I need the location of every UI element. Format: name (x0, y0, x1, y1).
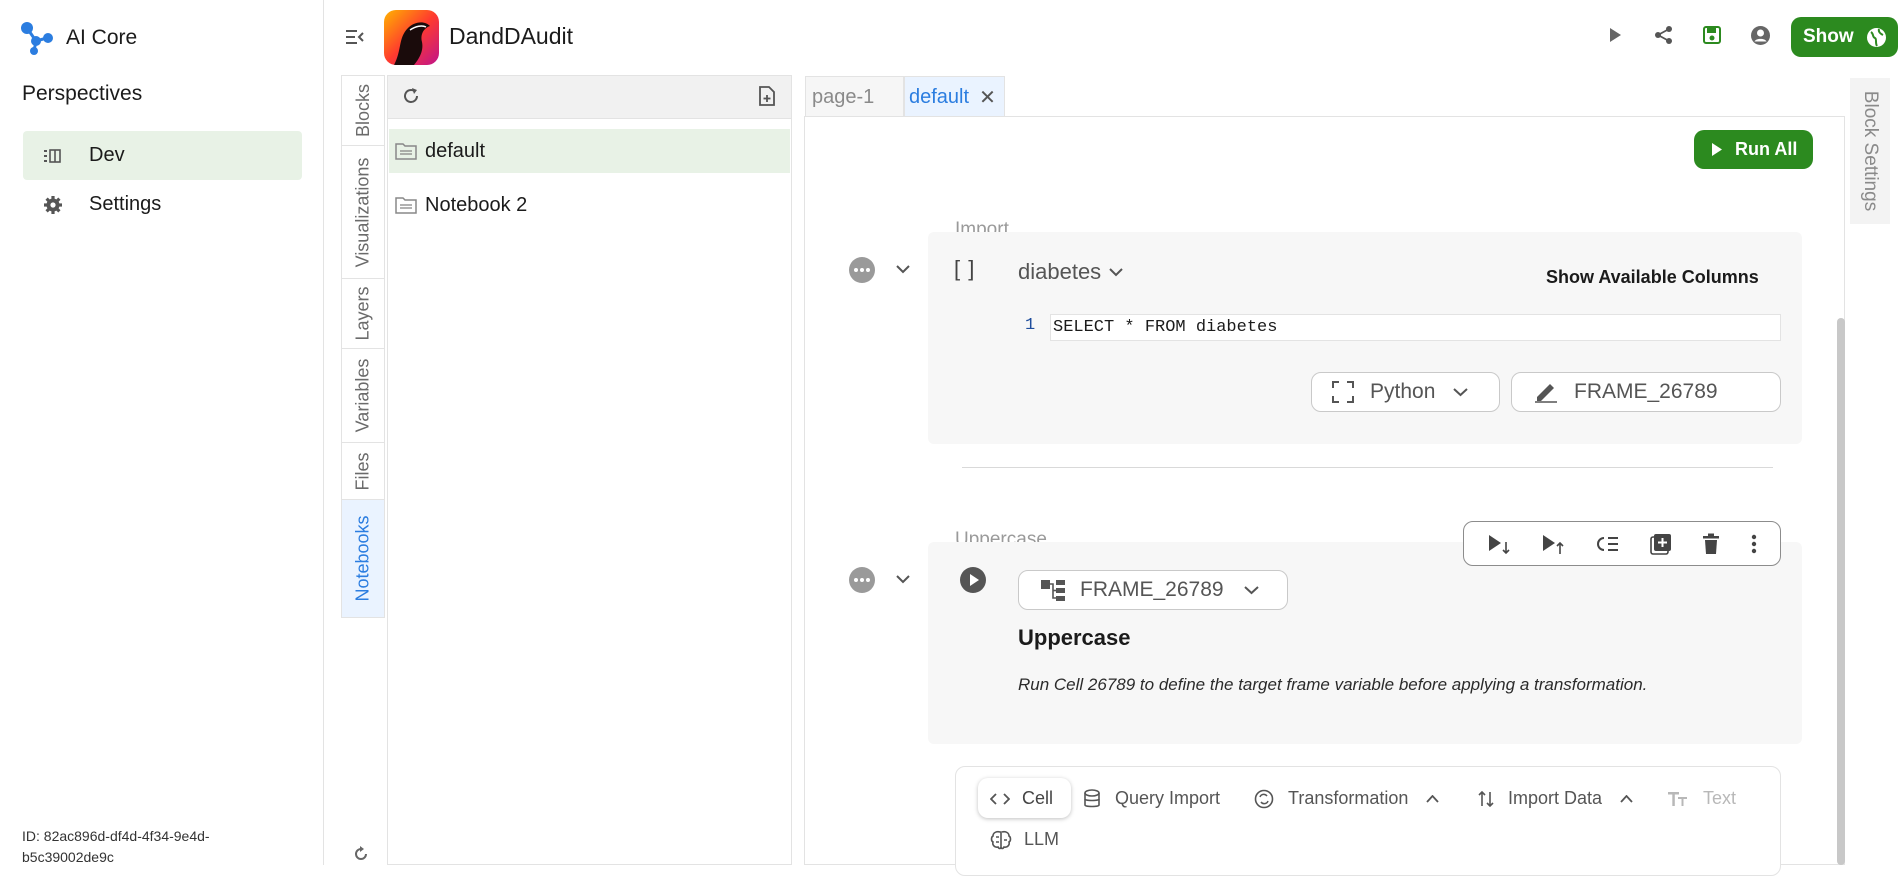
perspective-item-dev[interactable]: Dev (23, 131, 302, 180)
app-sidebar: AI Core Perspectives Dev Settings ID: 82… (0, 0, 324, 865)
tab-visualizations[interactable]: Visualizations (342, 146, 384, 279)
tab-layers[interactable]: Layers (342, 279, 384, 349)
expand-icon (1332, 381, 1354, 403)
show-button[interactable]: Show (1791, 17, 1898, 57)
perspective-item-settings[interactable]: Settings (23, 180, 302, 229)
code-editor[interactable]: SELECT * FROM diabetes (1050, 314, 1781, 341)
transformation-heading: Uppercase (1018, 625, 1131, 650)
run-all-button[interactable]: Run All (1694, 130, 1813, 169)
tab-files[interactable]: Files (342, 443, 384, 500)
cell-options-icon[interactable] (849, 567, 875, 593)
chevron-up-icon (1426, 794, 1440, 803)
brain-icon (990, 830, 1012, 850)
add-import-data-button[interactable]: Import Data (1478, 788, 1633, 809)
add-query-import-button[interactable]: Query Import (1083, 788, 1220, 809)
code-text: SELECT * FROM diabetes (1053, 318, 1278, 337)
folder-icon (395, 196, 417, 214)
trash-icon[interactable] (1702, 533, 1720, 555)
run-below-icon[interactable] (1487, 533, 1511, 555)
add-text-button[interactable]: Text (1667, 788, 1736, 809)
run-all-label: Run All (1735, 139, 1798, 159)
add-llm-button[interactable]: LLM (990, 829, 1059, 850)
gear-icon (43, 195, 85, 215)
app-title: DandDAudit (449, 23, 574, 49)
notebook-item-label: default (425, 139, 486, 162)
side-tabs: Blocks Visualizations Layers Variables F… (341, 75, 385, 618)
app-logo (384, 10, 439, 65)
cell-divider (962, 467, 1773, 468)
chevron-down-icon[interactable] (896, 575, 910, 584)
checklist-icon[interactable] (1596, 534, 1620, 554)
text-size-icon (1667, 791, 1689, 807)
share-icon[interactable] (1654, 25, 1674, 45)
transform-icon (1254, 789, 1274, 809)
brand[interactable]: AI Core (20, 20, 137, 56)
reset-icon[interactable] (352, 845, 370, 863)
run-above-icon[interactable] (1541, 533, 1565, 555)
frame-name-field[interactable]: FRAME_26789 (1511, 372, 1781, 412)
block-settings-tab[interactable]: Block Settings (1850, 78, 1890, 224)
frame-select[interactable]: FRAME_26789 (1018, 570, 1288, 610)
notebook-item-label: Notebook 2 (425, 193, 528, 216)
line-number: 1 (1025, 316, 1036, 335)
chevron-up-icon (1620, 794, 1633, 803)
source-select[interactable]: diabetes (1018, 259, 1123, 285)
globe-icon (1854, 27, 1887, 48)
play-icon[interactable] (1607, 25, 1623, 45)
show-label: Show (1803, 26, 1854, 47)
session-id: ID: 82ac896d-df4d-4f34-9e4d-b5c39002de9c (22, 828, 210, 865)
notebook-item-default[interactable]: default (389, 129, 790, 173)
brand-logo-icon (20, 20, 54, 56)
transformation-message: Run Cell 26789 to define the target fram… (1018, 675, 1648, 694)
tab-variables[interactable]: Variables (342, 349, 384, 443)
tab-page-1[interactable]: page-1 (805, 76, 904, 117)
tab-notebooks[interactable]: Notebooks (342, 500, 384, 617)
add-cell-bar (955, 766, 1781, 876)
add-cell-button[interactable]: Cell (990, 788, 1053, 809)
save-icon[interactable] (1702, 25, 1722, 45)
sort-arrows-icon (1478, 790, 1494, 808)
folder-icon (395, 142, 417, 160)
notebook-item-notebook-2[interactable]: Notebook 2 (389, 183, 790, 227)
chevron-down-icon (1109, 267, 1123, 277)
scrollbar[interactable] (1837, 318, 1845, 865)
database-icon (1083, 788, 1101, 809)
add-transformation-button[interactable]: Transformation (1254, 788, 1440, 809)
cell-run-count: [ ] (954, 256, 976, 281)
cell-toolbar (1463, 521, 1781, 566)
notebooks-toolbar (387, 75, 792, 119)
refresh-icon[interactable] (402, 87, 420, 105)
tab-default[interactable]: default ✕ (904, 76, 1005, 117)
play-icon (1711, 142, 1735, 157)
add-cell-icon[interactable] (1650, 533, 1672, 555)
collapse-sidebar-icon[interactable] (345, 28, 365, 46)
close-icon[interactable]: ✕ (979, 85, 996, 110)
perspective-item-label: Dev (89, 144, 125, 166)
frame-tree-icon (1040, 579, 1066, 601)
cell-options-icon[interactable] (849, 257, 875, 283)
dev-layout-icon (43, 148, 85, 163)
run-cell-icon[interactable] (959, 566, 987, 594)
editor-tabs: page-1 default ✕ (805, 76, 1005, 117)
new-notebook-icon[interactable] (758, 86, 776, 106)
chevron-down-icon[interactable] (896, 265, 910, 274)
show-available-columns-button[interactable]: Show Available Columns (1546, 267, 1759, 288)
account-icon[interactable] (1750, 25, 1771, 46)
chevron-down-icon (1453, 387, 1469, 397)
pencil-icon (1534, 381, 1558, 403)
chevron-down-icon (1243, 585, 1259, 595)
more-vertical-icon[interactable] (1751, 533, 1757, 555)
perspective-item-label: Settings (89, 193, 162, 215)
code-icon (990, 792, 1010, 806)
language-select[interactable]: Python (1311, 372, 1500, 412)
tab-blocks[interactable]: Blocks (342, 76, 384, 146)
brand-name: AI Core (66, 26, 138, 49)
perspectives-title: Perspectives (22, 82, 143, 105)
